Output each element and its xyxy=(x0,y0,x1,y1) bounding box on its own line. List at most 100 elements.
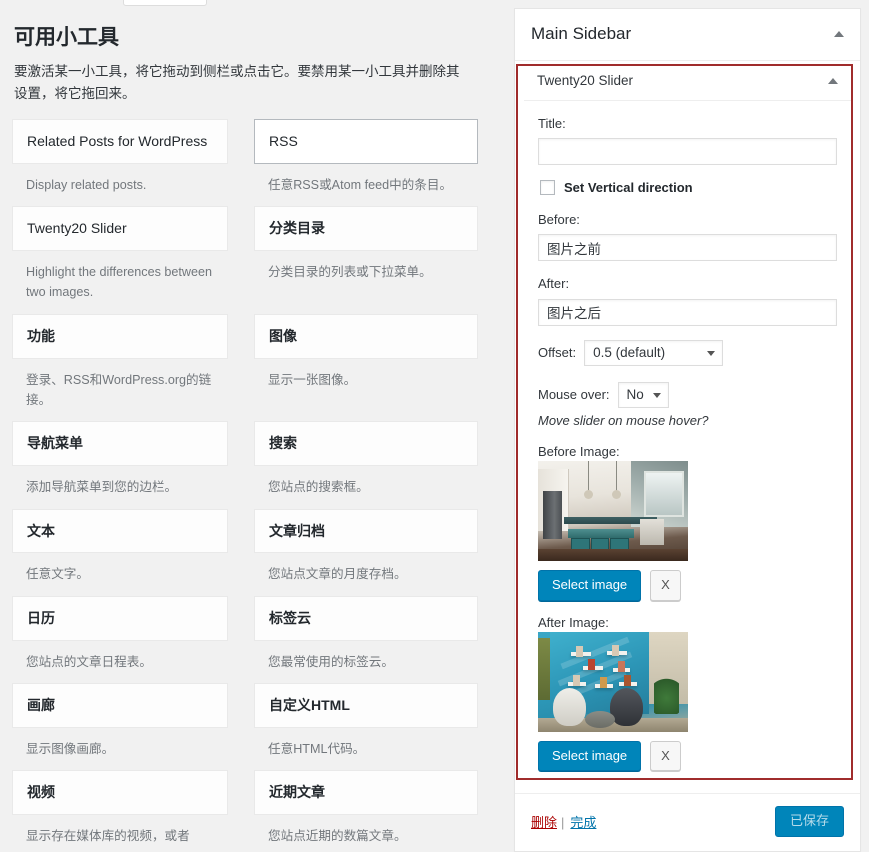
before-field-group: Before: xyxy=(538,211,837,262)
widget-settings-form: Title: Set Vertical direction Before: Af… xyxy=(524,101,851,791)
before-input[interactable] xyxy=(538,234,837,262)
widget-draggable-box[interactable]: 日历 xyxy=(12,595,228,641)
widget-draggable-box[interactable]: 文章归档 xyxy=(254,508,478,554)
triangle-up-icon[interactable] xyxy=(828,77,838,84)
widget-draggable-box[interactable]: 近期文章 xyxy=(254,770,478,815)
widget-item-description: 任意文字。 xyxy=(26,567,89,582)
before-select-image-button[interactable]: Select image xyxy=(538,569,642,601)
after-image-group: After Image: Select image X xyxy=(538,615,837,772)
offset-selected-value: 0.5 (default) xyxy=(593,345,666,361)
vertical-direction-row[interactable]: Set Vertical direction xyxy=(540,180,837,196)
widget-draggable-box[interactable]: 分类目录 xyxy=(254,206,478,251)
available-widget-item: 搜索您站点的搜索框。 xyxy=(246,421,480,501)
after-field-group: After: xyxy=(538,275,837,326)
title-field-group: Title: xyxy=(538,115,837,166)
widget-item-title: Twenty20 Slider xyxy=(27,220,127,237)
widget-item-title: 标签云 xyxy=(269,609,311,626)
available-widget-item: RSS 任意RSS或Atom feed中的条目。 xyxy=(246,119,480,199)
widget-item-description: 显示存在媒体库的视频，或者YouTube等视频网站上的视频。 xyxy=(26,828,190,843)
widget-draggable-box[interactable]: 搜索 xyxy=(254,421,478,467)
available-widget-item: Twenty20 Slider Highlight the differences… xyxy=(12,206,246,307)
widget-draggable-box[interactable]: 导航菜单 xyxy=(12,421,228,467)
available-widget-item: 视频显示存在媒体库的视频，或者YouTube等视频网站上的视频。 xyxy=(12,770,246,848)
available-widgets-description: 要激活某一小工具，将它拖动到侧栏或点击它。要禁用某一小工具并删除其设置，将它拖回… xyxy=(14,64,460,102)
search-widgets-input-partial[interactable] xyxy=(123,0,207,6)
widget-draggable-box[interactable]: Related Posts for WordPress xyxy=(12,119,228,164)
main-sidebar-title: Main Sidebar xyxy=(531,24,632,43)
chevron-down-icon xyxy=(707,350,716,356)
widget-draggable-box[interactable]: 文本 xyxy=(12,508,228,554)
before-image-label: Before Image: xyxy=(538,443,620,459)
widget-item-description: 任意RSS或Atom feed中的条目。 xyxy=(268,177,453,192)
after-image-buttons: Select image X xyxy=(538,740,837,772)
after-input[interactable] xyxy=(538,298,837,326)
delete-widget-link[interactable]: 删除 xyxy=(531,815,557,830)
widget-draggable-box[interactable]: 自定义HTML xyxy=(254,682,478,728)
before-image-buttons: Select image X xyxy=(538,569,837,601)
footer-separator: | xyxy=(561,815,565,831)
widget-header[interactable]: Twenty20 Slider xyxy=(524,61,851,102)
after-select-image-button[interactable]: Select image xyxy=(538,740,642,772)
widget-footer: 删除 | 完成 已保存 xyxy=(515,793,860,852)
widget-item-title: 文本 xyxy=(27,522,55,539)
widget-item-description: 您站点的搜索框。 xyxy=(268,480,369,495)
available-widget-item: 分类目录 分类目录的列表或下拉菜单。 xyxy=(246,206,480,307)
save-widget-button[interactable]: 已保存 xyxy=(774,806,844,838)
available-widgets-panel: 可用小工具 要激活某一小工具，将它拖动到侧栏或点击它。要禁用某一小工具并删除其设… xyxy=(0,8,490,848)
available-widget-item: 文章归档您站点文章的月度存档。 xyxy=(246,508,480,589)
title-input[interactable] xyxy=(538,138,837,166)
vertical-direction-checkbox[interactable] xyxy=(540,180,555,196)
before-label: Before: xyxy=(538,212,580,228)
widget-item-description: 登录、RSS和WordPress.org的链接。 xyxy=(26,372,212,407)
available-widget-item: 功能登录、RSS和WordPress.org的链接。 xyxy=(12,313,246,415)
available-widget-item: 文本 任意文字。 xyxy=(12,508,246,589)
after-image-label: After Image: xyxy=(538,614,609,630)
before-remove-image-button[interactable]: X xyxy=(650,569,681,601)
mouse-over-label: Mouse over: xyxy=(538,387,610,403)
available-widget-item: Related Posts for WordPress Display relat… xyxy=(12,119,246,199)
available-widget-item: 近期文章您站点近期的数篇文章。 xyxy=(246,770,480,848)
widget-item-description: 您最常使用的标签云。 xyxy=(268,654,394,669)
widget-item-description: 添加导航菜单到您的边栏。 xyxy=(26,480,178,495)
available-widget-item: 图像显示一张图像。 xyxy=(246,313,480,415)
widget-item-title: 导航菜单 xyxy=(27,435,83,452)
widget-item-title: 自定义HTML xyxy=(269,696,350,713)
widget-item-description: 显示一张图像。 xyxy=(268,372,357,387)
widget-draggable-box[interactable]: 画廊 xyxy=(12,682,228,728)
mouse-over-hint: Move slider on mouse hover? xyxy=(538,412,709,428)
before-image-thumbnail xyxy=(538,460,688,561)
available-widget-item: 标签云您最常使用的标签云。 xyxy=(246,595,480,676)
widget-draggable-box[interactable]: 视频 xyxy=(12,770,228,815)
widget-footer-links: 删除 | 完成 xyxy=(531,812,596,831)
after-image-thumbnail xyxy=(538,631,688,732)
done-link[interactable]: 完成 xyxy=(570,815,596,830)
widget-item-title: 画廊 xyxy=(27,696,55,713)
mouse-over-select[interactable]: No xyxy=(617,381,669,408)
available-widget-item: 画廊 显示图像画廊。 xyxy=(12,682,246,763)
vertical-direction-label[interactable]: Set Vertical direction xyxy=(564,180,693,195)
widget-item-title: Related Posts for WordPress xyxy=(27,133,208,150)
after-label: After: xyxy=(538,276,570,292)
widget-item-description: Display related posts. xyxy=(26,177,147,192)
main-sidebar-header[interactable]: Main Sidebar xyxy=(515,9,860,62)
offset-select[interactable]: 0.5 (default) xyxy=(584,339,724,366)
after-remove-image-button[interactable]: X xyxy=(650,740,681,772)
widget-item-title: 日历 xyxy=(27,609,55,626)
widget-draggable-box[interactable]: Twenty20 Slider xyxy=(12,206,228,251)
widget-draggable-box[interactable]: 图像 xyxy=(254,313,478,359)
title-label: Title: xyxy=(538,116,566,132)
widget-draggable-box[interactable]: RSS xyxy=(254,119,478,164)
widget-item-description: 任意HTML代码。 xyxy=(268,741,366,756)
available-widget-item: 日历 您站点的文章日程表。 xyxy=(12,595,246,676)
widget-item-title: 分类目录 xyxy=(269,220,325,237)
available-widgets-heading: 可用小工具 xyxy=(14,26,119,49)
triangle-up-icon[interactable] xyxy=(834,31,844,38)
widget-draggable-box[interactable]: 标签云 xyxy=(254,595,478,641)
widget-name: Twenty20 Slider xyxy=(537,73,634,89)
available-widget-item: 自定义HTML 任意HTML代码。 xyxy=(246,682,480,763)
widget-item-title: 文章归档 xyxy=(269,522,325,539)
widget-draggable-box[interactable]: 功能 xyxy=(12,313,228,359)
available-widgets-grid: Related Posts for WordPress Display relat… xyxy=(12,119,480,848)
widget-item-description: 您站点文章的月度存档。 xyxy=(268,567,407,582)
widget-item-description: 您站点近期的数篇文章。 xyxy=(268,828,407,843)
